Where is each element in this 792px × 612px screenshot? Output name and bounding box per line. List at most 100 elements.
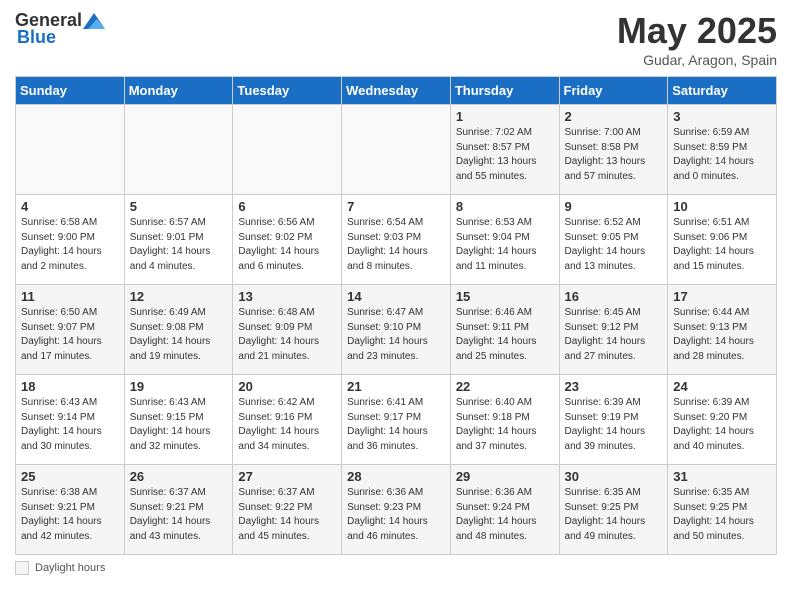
week-row-3: 11 Sunrise: 6:50 AM Sunset: 9:07 PM Dayli… — [16, 285, 777, 375]
day-details: Sunrise: 6:46 AM Sunset: 9:11 PM Dayligh… — [456, 306, 554, 364]
day-details: Sunrise: 6:59 AM Sunset: 8:59 PM Dayligh… — [673, 126, 771, 184]
day-number: 17 — [673, 289, 771, 304]
calendar-cell: 18 Sunrise: 6:43 AM Sunset: 9:14 PM Dayli… — [16, 375, 125, 465]
day-number: 25 — [21, 469, 119, 484]
calendar-cell: 6 Sunrise: 6:56 AM Sunset: 9:02 PM Daylig… — [233, 195, 342, 285]
day-number: 19 — [130, 379, 228, 394]
day-number: 14 — [347, 289, 445, 304]
calendar-cell: 24 Sunrise: 6:39 AM Sunset: 9:20 PM Dayli… — [668, 375, 777, 465]
logo: General Blue — [15, 10, 105, 48]
calendar-cell: 30 Sunrise: 6:35 AM Sunset: 9:25 PM Dayli… — [559, 465, 668, 555]
day-details: Sunrise: 6:51 AM Sunset: 9:06 PM Dayligh… — [673, 216, 771, 274]
calendar-cell — [16, 105, 125, 195]
day-number: 10 — [673, 199, 771, 214]
logo-icon — [83, 11, 105, 31]
day-number: 3 — [673, 109, 771, 124]
day-details: Sunrise: 6:52 AM Sunset: 9:05 PM Dayligh… — [565, 216, 663, 274]
day-number: 24 — [673, 379, 771, 394]
month-title: May 2025 — [617, 10, 777, 52]
calendar-cell: 9 Sunrise: 6:52 AM Sunset: 9:05 PM Daylig… — [559, 195, 668, 285]
day-details: Sunrise: 6:48 AM Sunset: 9:09 PM Dayligh… — [238, 306, 336, 364]
day-number: 21 — [347, 379, 445, 394]
calendar-cell: 23Sunrise: 6:39 AM Sunset: 9:19 PM Dayli… — [559, 375, 668, 465]
day-number: 11 — [21, 289, 119, 304]
calendar-cell: 12 Sunrise: 6:49 AM Sunset: 9:08 PM Dayli… — [124, 285, 233, 375]
day-details: Sunrise: 6:45 AM Sunset: 9:12 PM Dayligh… — [565, 306, 663, 364]
day-details: Sunrise: 6:38 AM Sunset: 9:21 PM Dayligh… — [21, 486, 119, 544]
day-number: 8 — [456, 199, 554, 214]
calendar-cell: 7 Sunrise: 6:54 AM Sunset: 9:03 PM Daylig… — [342, 195, 451, 285]
day-number: 27 — [238, 469, 336, 484]
calendar-cell: 22 Sunrise: 6:40 AM Sunset: 9:18 PM Dayli… — [450, 375, 559, 465]
calendar-cell: 19 Sunrise: 6:43 AM Sunset: 9:15 PM Dayli… — [124, 375, 233, 465]
footer: Daylight hours — [15, 561, 777, 575]
calendar-cell: 4 Sunrise: 6:58 AM Sunset: 9:00 PM Daylig… — [16, 195, 125, 285]
day-number: 23 — [565, 379, 663, 394]
day-details: Sunrise: 6:43 AM Sunset: 9:15 PM Dayligh… — [130, 396, 228, 454]
title-block: May 2025 Gudar, Aragon, Spain — [617, 10, 777, 68]
day-number: 31 — [673, 469, 771, 484]
calendar-cell: 27 Sunrise: 6:37 AM Sunset: 9:22 PM Dayli… — [233, 465, 342, 555]
day-number: 18 — [21, 379, 119, 394]
day-details: Sunrise: 6:37 AM Sunset: 9:22 PM Dayligh… — [238, 486, 336, 544]
day-details: Sunrise: 6:56 AM Sunset: 9:02 PM Dayligh… — [238, 216, 336, 274]
day-number: 15 — [456, 289, 554, 304]
day-details: Sunrise: 6:43 AM Sunset: 9:14 PM Dayligh… — [21, 396, 119, 454]
day-details: Sunrise: 6:39 AM Sunset: 9:20 PM Dayligh… — [673, 396, 771, 454]
day-number: 22 — [456, 379, 554, 394]
day-details: Sunrise: 6:35 AM Sunset: 9:25 PM Dayligh… — [565, 486, 663, 544]
day-number: 2 — [565, 109, 663, 124]
day-details: Sunrise: 6:49 AM Sunset: 9:08 PM Dayligh… — [130, 306, 228, 364]
weekday-header-row: SundayMondayTuesdayWednesdayThursdayFrid… — [16, 77, 777, 105]
day-number: 12 — [130, 289, 228, 304]
calendar-cell — [233, 105, 342, 195]
weekday-header-tuesday: Tuesday — [233, 77, 342, 105]
day-details: Sunrise: 6:50 AM Sunset: 9:07 PM Dayligh… — [21, 306, 119, 364]
day-details: Sunrise: 6:58 AM Sunset: 9:00 PM Dayligh… — [21, 216, 119, 274]
day-details: Sunrise: 6:36 AM Sunset: 9:23 PM Dayligh… — [347, 486, 445, 544]
day-number: 1 — [456, 109, 554, 124]
calendar-cell: 8 Sunrise: 6:53 AM Sunset: 9:04 PM Daylig… — [450, 195, 559, 285]
day-number: 30 — [565, 469, 663, 484]
calendar-cell: 5Sunrise: 6:57 AM Sunset: 9:01 PM Daylig… — [124, 195, 233, 285]
location: Gudar, Aragon, Spain — [617, 52, 777, 68]
calendar-cell: 10 Sunrise: 6:51 AM Sunset: 9:06 PM Dayli… — [668, 195, 777, 285]
week-row-5: 25 Sunrise: 6:38 AM Sunset: 9:21 PM Dayli… — [16, 465, 777, 555]
week-row-4: 18 Sunrise: 6:43 AM Sunset: 9:14 PM Dayli… — [16, 375, 777, 465]
day-number: 4 — [21, 199, 119, 214]
day-number: 5 — [130, 199, 228, 214]
calendar-cell: 16 Sunrise: 6:45 AM Sunset: 9:12 PM Dayli… — [559, 285, 668, 375]
day-details: Sunrise: 6:37 AM Sunset: 9:21 PM Dayligh… — [130, 486, 228, 544]
legend-label: Daylight hours — [35, 562, 105, 574]
weekday-header-friday: Friday — [559, 77, 668, 105]
day-details: Sunrise: 7:02 AM Sunset: 8:57 PM Dayligh… — [456, 126, 554, 184]
day-number: 28 — [347, 469, 445, 484]
calendar-cell: 31 Sunrise: 6:35 AM Sunset: 9:25 PM Dayli… — [668, 465, 777, 555]
day-details: Sunrise: 6:53 AM Sunset: 9:04 PM Dayligh… — [456, 216, 554, 274]
weekday-header-saturday: Saturday — [668, 77, 777, 105]
calendar-cell: 2 Sunrise: 7:00 AM Sunset: 8:58 PM Daylig… — [559, 105, 668, 195]
day-number: 9 — [565, 199, 663, 214]
day-number: 7 — [347, 199, 445, 214]
calendar-cell: 11 Sunrise: 6:50 AM Sunset: 9:07 PM Dayli… — [16, 285, 125, 375]
day-number: 6 — [238, 199, 336, 214]
day-details: Sunrise: 7:00 AM Sunset: 8:58 PM Dayligh… — [565, 126, 663, 184]
calendar-cell — [342, 105, 451, 195]
day-details: Sunrise: 6:44 AM Sunset: 9:13 PM Dayligh… — [673, 306, 771, 364]
day-details: Sunrise: 6:42 AM Sunset: 9:16 PM Dayligh… — [238, 396, 336, 454]
day-number: 29 — [456, 469, 554, 484]
calendar-cell: 21Sunrise: 6:41 AM Sunset: 9:17 PM Dayli… — [342, 375, 451, 465]
weekday-header-thursday: Thursday — [450, 77, 559, 105]
page: General Blue May 2025 Gudar, Aragon, Spa… — [0, 0, 792, 585]
day-details: Sunrise: 6:54 AM Sunset: 9:03 PM Dayligh… — [347, 216, 445, 274]
calendar-cell: 26Sunrise: 6:37 AM Sunset: 9:21 PM Dayli… — [124, 465, 233, 555]
day-details: Sunrise: 6:35 AM Sunset: 9:25 PM Dayligh… — [673, 486, 771, 544]
calendar-cell: 13 Sunrise: 6:48 AM Sunset: 9:09 PM Dayli… — [233, 285, 342, 375]
day-details: Sunrise: 6:40 AM Sunset: 9:18 PM Dayligh… — [456, 396, 554, 454]
day-details: Sunrise: 6:36 AM Sunset: 9:24 PM Dayligh… — [456, 486, 554, 544]
calendar-table: SundayMondayTuesdayWednesdayThursdayFrid… — [15, 76, 777, 555]
day-number: 16 — [565, 289, 663, 304]
day-number: 20 — [238, 379, 336, 394]
calendar-cell: 17 Sunrise: 6:44 AM Sunset: 9:13 PM Dayli… — [668, 285, 777, 375]
day-number: 13 — [238, 289, 336, 304]
